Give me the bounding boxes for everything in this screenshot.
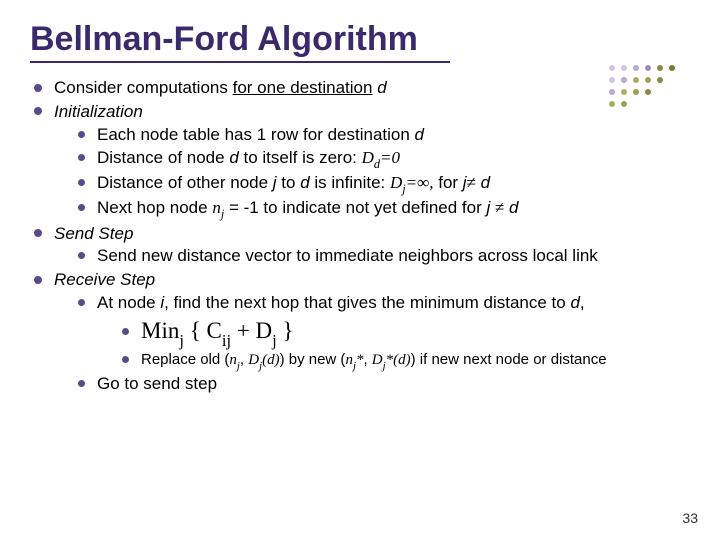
text: Minj { Cij + Dj }: [141, 318, 294, 343]
text: Receive Step: [54, 270, 155, 289]
text: Distance of node d to itself is zero: Dd…: [97, 148, 400, 167]
bullet-replace: Replace old (nj, Dj(d)) by new (nj*, Dj*…: [122, 350, 690, 373]
bullet-recv-at: At node i, find the next hop that gives …: [78, 292, 690, 372]
text: Send Step: [54, 224, 133, 243]
bullet-icon: [78, 299, 85, 306]
text: Send new distance vector to immediate ne…: [97, 246, 598, 265]
bullet-goto: Go to send step: [78, 373, 690, 396]
bullet-icon: [34, 276, 42, 284]
bullet-consider: Consider computations for one destinatio…: [34, 77, 690, 100]
slide-title: Bellman-Ford Algorithm: [30, 20, 690, 59]
bullet-list: Consider computations for one destinatio…: [30, 77, 690, 396]
page-number: 33: [682, 510, 698, 526]
bullet-min-expr: Minj { Cij + Dj }: [122, 315, 690, 350]
bullet-init-inf: Distance of other node j to d is infinit…: [78, 172, 690, 197]
bullet-receive: Receive Step At node i, find the next ho…: [34, 269, 690, 395]
text: Next hop node nj = -1 to indicate not ye…: [97, 198, 519, 217]
text: Go to send step: [97, 374, 217, 393]
bullet-send-sub: Send new distance vector to immediate ne…: [78, 245, 690, 268]
bullet-init-zero: Distance of node d to itself is zero: Dd…: [78, 147, 690, 172]
decorative-dots: [606, 62, 676, 112]
bullet-icon: [122, 356, 129, 363]
bullet-send: Send Step Send new distance vector to im…: [34, 223, 690, 269]
text: Replace old (nj, Dj(d)) by new (nj*, Dj*…: [141, 351, 607, 368]
bullet-icon: [122, 328, 129, 335]
bullet-icon: [78, 154, 85, 161]
text: Consider computations for one destinatio…: [54, 78, 387, 97]
text: Each node table has 1 row for destinatio…: [97, 125, 424, 144]
bullet-icon: [34, 107, 42, 115]
text: At node i, find the next hop that gives …: [97, 293, 585, 312]
bullet-init-next: Next hop node nj = -1 to indicate not ye…: [78, 197, 690, 222]
text: Initialization: [54, 102, 143, 121]
bullet-init: Initialization Each node table has 1 row…: [34, 101, 690, 222]
bullet-icon: [78, 380, 85, 387]
bullet-icon: [78, 179, 85, 186]
bullet-icon: [34, 229, 42, 237]
bullet-init-row: Each node table has 1 row for destinatio…: [78, 124, 690, 147]
slide: Bellman-Ford Algorithm Consider computat…: [0, 0, 720, 540]
title-underline: [30, 61, 450, 63]
bullet-icon: [78, 204, 85, 211]
bullet-icon: [78, 131, 85, 138]
bullet-icon: [34, 84, 42, 92]
bullet-icon: [78, 252, 85, 259]
text: Distance of other node j to d is infinit…: [97, 173, 490, 192]
